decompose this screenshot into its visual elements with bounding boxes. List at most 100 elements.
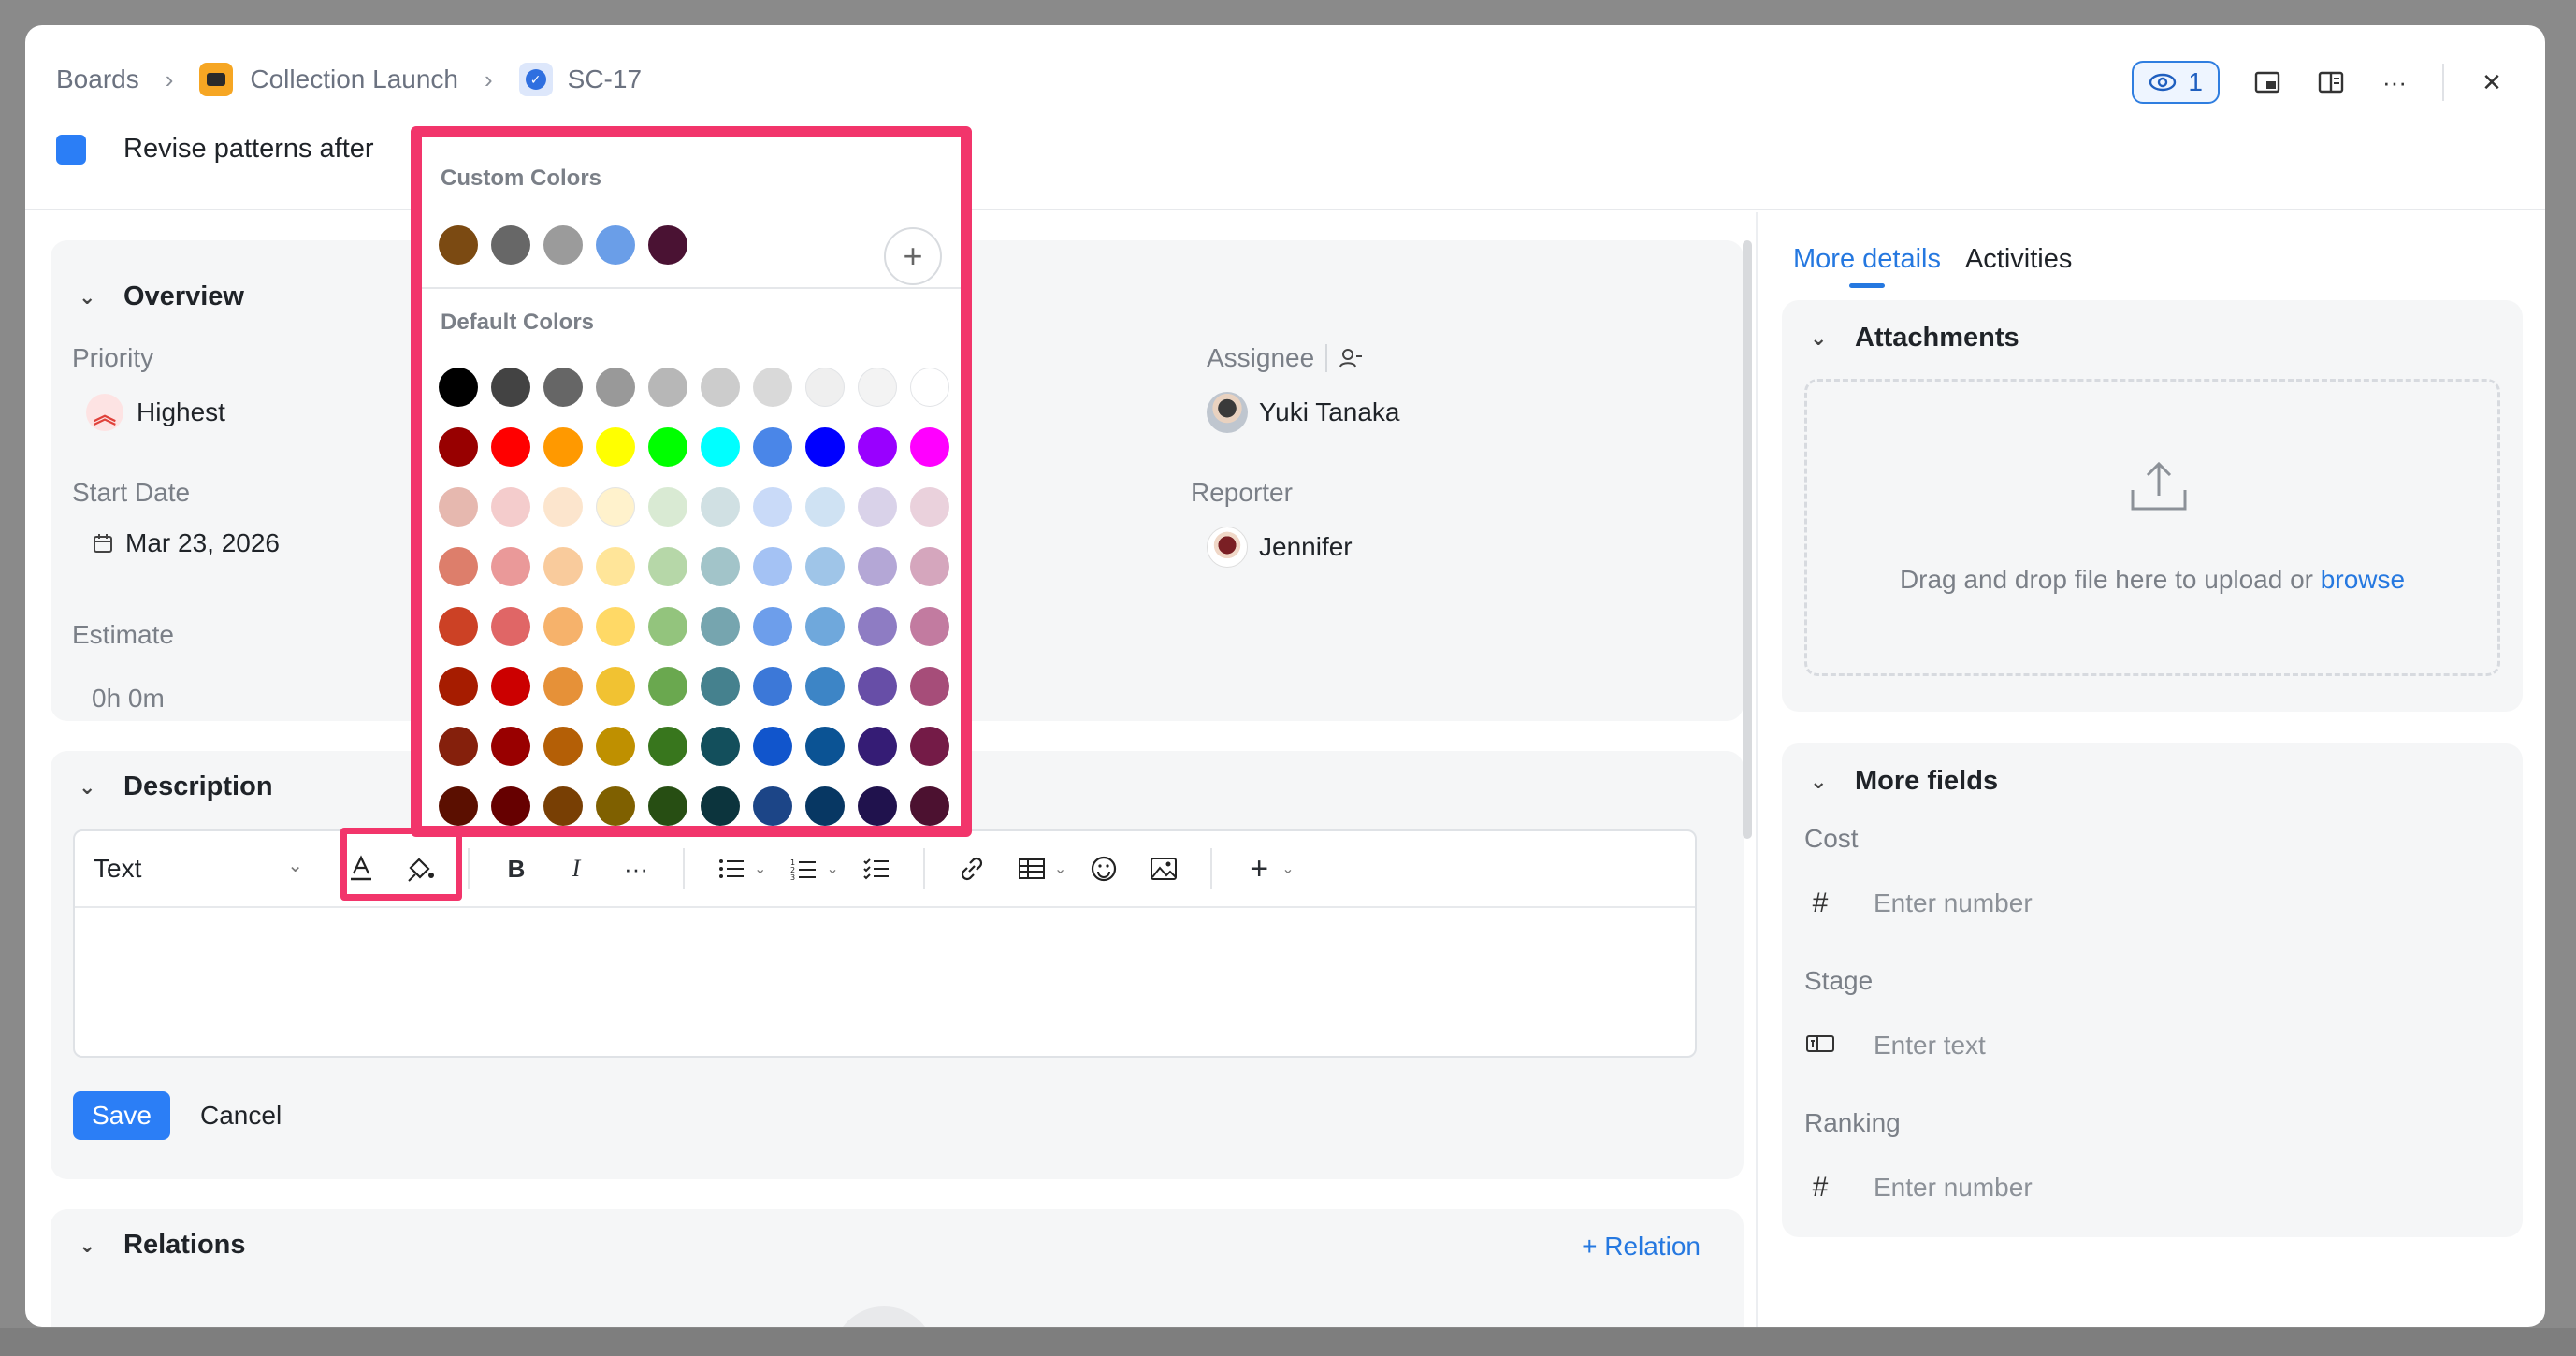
attachments-toggle[interactable]: ⌄ Attachments — [1810, 323, 2019, 353]
priority-field[interactable]: ︽ Highest — [86, 394, 225, 431]
default-color-swatch[interactable] — [439, 487, 478, 527]
default-color-swatch[interactable] — [701, 607, 740, 646]
default-color-swatch[interactable] — [543, 487, 583, 527]
default-color-swatch[interactable] — [491, 487, 530, 527]
default-color-swatch[interactable] — [596, 607, 635, 646]
more-formatting-icon[interactable]: ··· — [617, 850, 655, 887]
default-color-swatch[interactable] — [491, 547, 530, 586]
start-date-field[interactable]: Mar 23, 2026 — [92, 528, 280, 558]
default-color-swatch[interactable] — [805, 727, 845, 766]
more-fields-toggle[interactable]: ⌄ More fields — [1810, 766, 1998, 797]
stage-input[interactable]: Enter text — [1804, 1030, 1986, 1061]
default-color-swatch[interactable] — [491, 607, 530, 646]
default-color-swatch[interactable] — [805, 427, 845, 467]
assignee-field[interactable]: Yuki Tanaka — [1207, 392, 1400, 433]
default-color-swatch[interactable] — [701, 427, 740, 467]
numbered-list-icon[interactable]: 123 — [785, 850, 822, 887]
default-color-swatch[interactable] — [596, 368, 635, 407]
default-color-swatch[interactable] — [858, 368, 897, 407]
editor-body[interactable] — [75, 910, 1695, 1056]
default-color-swatch[interactable] — [701, 547, 740, 586]
bold-icon[interactable]: B — [498, 850, 535, 887]
default-color-swatch[interactable] — [910, 786, 949, 826]
default-color-swatch[interactable] — [596, 786, 635, 826]
bullet-list-icon[interactable] — [713, 850, 750, 887]
plus-icon[interactable]: + — [1240, 850, 1278, 887]
default-color-swatch[interactable] — [543, 427, 583, 467]
add-custom-color-button[interactable]: + — [884, 227, 942, 285]
custom-color-swatch[interactable] — [648, 225, 687, 265]
default-color-swatch[interactable] — [805, 368, 845, 407]
custom-color-swatch[interactable] — [543, 225, 583, 265]
side-panel-icon[interactable] — [2315, 66, 2347, 98]
default-color-swatch[interactable] — [753, 427, 792, 467]
image-icon[interactable] — [1145, 850, 1182, 887]
breadcrumb-task[interactable]: ✓ SC-17 — [518, 63, 642, 96]
default-color-swatch[interactable] — [858, 607, 897, 646]
default-color-swatch[interactable] — [753, 667, 792, 706]
chevron-down-icon[interactable]: ⌄ — [754, 859, 766, 878]
italic-icon[interactable]: I — [557, 850, 595, 887]
default-color-swatch[interactable] — [753, 786, 792, 826]
default-color-swatch[interactable] — [805, 547, 845, 586]
description-toggle[interactable]: ⌄ Description — [79, 772, 273, 802]
default-color-swatch[interactable] — [596, 427, 635, 467]
watch-button[interactable]: 1 — [2132, 61, 2220, 104]
default-color-swatch[interactable] — [753, 368, 792, 407]
chevron-down-icon[interactable]: ⌄ — [1054, 859, 1066, 878]
assign-user-icon[interactable] — [1339, 348, 1363, 368]
emoji-icon[interactable] — [1085, 850, 1122, 887]
breadcrumb-boards[interactable]: Boards — [56, 65, 139, 94]
default-color-swatch[interactable] — [491, 368, 530, 407]
default-color-swatch[interactable] — [910, 427, 949, 467]
default-color-swatch[interactable] — [648, 727, 687, 766]
add-relation-button[interactable]: + Relation — [1582, 1232, 1700, 1262]
table-icon[interactable] — [1013, 850, 1050, 887]
default-color-swatch[interactable] — [701, 786, 740, 826]
default-color-swatch[interactable] — [805, 487, 845, 527]
close-icon[interactable]: ✕ — [2476, 66, 2508, 98]
default-color-swatch[interactable] — [858, 547, 897, 586]
tab-activities[interactable]: Activities — [1965, 244, 2072, 275]
picture-in-picture-icon[interactable] — [2251, 66, 2283, 98]
default-color-swatch[interactable] — [543, 368, 583, 407]
default-color-swatch[interactable] — [701, 727, 740, 766]
default-color-swatch[interactable] — [439, 427, 478, 467]
attachment-dropzone[interactable]: Drag and drop file here to upload or bro… — [1804, 379, 2500, 676]
default-color-swatch[interactable] — [910, 607, 949, 646]
ranking-input[interactable]: # Enter number — [1804, 1172, 2033, 1204]
checklist-icon[interactable] — [858, 850, 895, 887]
default-color-swatch[interactable] — [910, 487, 949, 527]
custom-color-swatch[interactable] — [596, 225, 635, 265]
default-color-swatch[interactable] — [596, 667, 635, 706]
default-color-swatch[interactable] — [910, 368, 949, 407]
reporter-field[interactable]: Jennifer — [1207, 527, 1353, 568]
default-color-swatch[interactable] — [910, 667, 949, 706]
default-color-swatch[interactable] — [858, 487, 897, 527]
main-scrollbar[interactable] — [1743, 240, 1752, 839]
default-color-swatch[interactable] — [648, 368, 687, 407]
save-button[interactable]: Save — [73, 1091, 170, 1140]
default-color-swatch[interactable] — [596, 487, 635, 527]
default-color-swatch[interactable] — [753, 727, 792, 766]
default-color-swatch[interactable] — [858, 786, 897, 826]
breadcrumb-project[interactable]: Collection Launch — [199, 63, 458, 96]
link-icon[interactable] — [953, 850, 991, 887]
default-color-swatch[interactable] — [439, 368, 478, 407]
default-color-swatch[interactable] — [439, 727, 478, 766]
default-color-swatch[interactable] — [701, 368, 740, 407]
default-color-swatch[interactable] — [439, 547, 478, 586]
custom-color-swatch[interactable] — [439, 225, 478, 265]
default-color-swatch[interactable] — [858, 727, 897, 766]
default-color-swatch[interactable] — [648, 487, 687, 527]
default-color-swatch[interactable] — [648, 607, 687, 646]
default-color-swatch[interactable] — [543, 786, 583, 826]
default-color-swatch[interactable] — [543, 727, 583, 766]
more-options-icon[interactable]: ··· — [2379, 66, 2410, 98]
default-color-swatch[interactable] — [753, 607, 792, 646]
chevron-down-icon[interactable]: ⌄ — [1281, 859, 1294, 878]
default-color-swatch[interactable] — [648, 786, 687, 826]
cancel-button[interactable]: Cancel — [200, 1091, 282, 1140]
default-color-swatch[interactable] — [910, 727, 949, 766]
default-color-swatch[interactable] — [596, 547, 635, 586]
